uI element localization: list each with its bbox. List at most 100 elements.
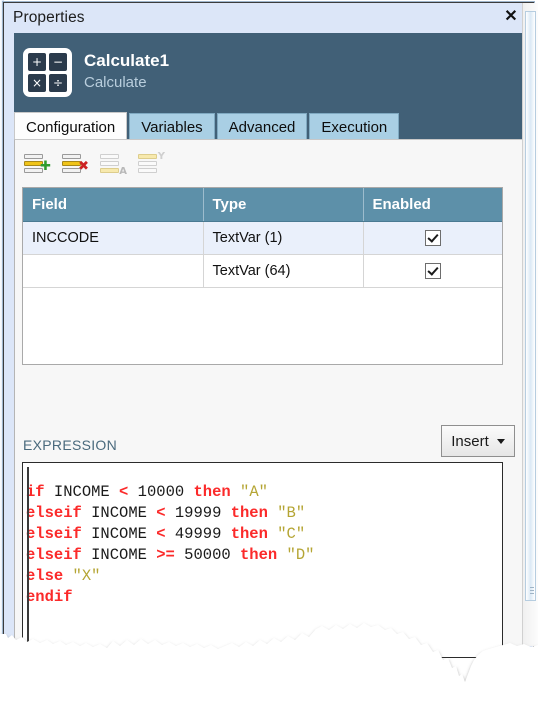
code-line: else "X" xyxy=(26,567,100,585)
table-row[interactable]: TextVar (64) xyxy=(23,254,502,288)
cell-type[interactable]: TextVar (64) xyxy=(203,254,364,288)
code-token: "C" xyxy=(277,524,306,543)
tab-label: Execution xyxy=(321,119,388,136)
cell-field[interactable]: INCCODE xyxy=(23,221,204,255)
sort-ascending-button: A xyxy=(99,152,127,177)
code-line: elseif INCOME < 49999 then "C" xyxy=(26,525,305,543)
code-token: INCOME xyxy=(91,524,147,543)
fields-grid[interactable]: Field Type Enabled INCCODE TextVar (1) Tex… xyxy=(22,187,503,365)
code-line: elseif INCOME >= 50000 then "D" xyxy=(26,546,314,564)
insert-button[interactable]: Insert xyxy=(441,425,515,457)
tab-execution[interactable]: Execution xyxy=(309,113,400,141)
tab-label: Variables xyxy=(141,119,203,136)
object-name: Calculate1 xyxy=(84,51,170,71)
calculator-icon-minus: − xyxy=(49,52,67,71)
tab-label: Advanced xyxy=(228,119,296,136)
code-token: then xyxy=(230,524,268,543)
code-token: elseif xyxy=(26,503,82,522)
cell-field[interactable] xyxy=(23,254,204,288)
code-token: elseif xyxy=(26,524,82,543)
column-header-field[interactable]: Field xyxy=(23,188,204,222)
title-bar: Properties ✕ xyxy=(4,3,533,32)
properties-window: Properties ✕ + − × ÷ Calculate1 Calculat… xyxy=(0,0,538,660)
grid-toolbar: ✚ ✖ A Y xyxy=(23,152,165,177)
calculator-icon: + − × ÷ xyxy=(23,47,72,97)
code-line: endif xyxy=(26,588,73,606)
code-token: < xyxy=(156,524,166,543)
calculator-icon-plus: + xyxy=(28,52,46,71)
rows-sort-a-icon-badge: A xyxy=(119,166,127,177)
tab-strip: Configuration Variables Advanced Execution xyxy=(14,111,524,141)
window-title: Properties xyxy=(13,8,85,26)
code-token: then xyxy=(240,545,278,564)
enabled-checkbox[interactable] xyxy=(424,262,441,279)
code-token: >= xyxy=(156,545,175,564)
editor-left-margin xyxy=(27,467,29,653)
chevron-down-icon xyxy=(496,438,505,444)
code-token: 19999 xyxy=(174,503,222,522)
tab-label: Configuration xyxy=(26,118,116,136)
fields-table-body: INCCODE TextVar (1) TextVar (64) xyxy=(23,221,502,288)
enabled-checkbox[interactable] xyxy=(424,229,441,246)
code-token: "B" xyxy=(277,503,306,522)
table-row[interactable]: INCCODE TextVar (1) xyxy=(23,221,502,255)
filter-button: Y xyxy=(137,152,165,177)
tab-configuration[interactable]: Configuration xyxy=(14,112,128,141)
rows-delete-icon-badge: ✖ xyxy=(78,159,89,174)
code-token: < xyxy=(119,482,129,501)
code-token: INCOME xyxy=(91,545,147,564)
window-scrollbar-thumb[interactable] xyxy=(525,11,536,601)
expression-label: EXPRESSION xyxy=(23,437,118,453)
code-token: INCOME xyxy=(53,482,110,501)
code-token: INCOME xyxy=(91,503,147,522)
cell-enabled xyxy=(363,254,502,288)
column-header-type[interactable]: Type xyxy=(203,188,364,222)
rows-sort-a-icon xyxy=(100,154,119,175)
tab-variables[interactable]: Variables xyxy=(129,113,215,141)
add-row-button[interactable]: ✚ xyxy=(23,152,51,177)
table-header-row: Field Type Enabled xyxy=(23,188,502,222)
delete-row-button[interactable]: ✖ xyxy=(61,152,89,177)
cell-type[interactable]: TextVar (1) xyxy=(203,221,364,255)
code-token: endif xyxy=(26,587,73,606)
code-token: "X" xyxy=(72,566,101,585)
object-type: Calculate xyxy=(84,74,147,92)
code-token: "A" xyxy=(240,482,268,501)
tab-advanced[interactable]: Advanced xyxy=(216,113,308,141)
window-scrollbar[interactable] xyxy=(522,3,538,646)
cell-enabled xyxy=(363,221,502,255)
code-token: 10000 xyxy=(137,482,185,501)
expression-editor[interactable]: if INCOME < 10000 then "A" elseif INCOME… xyxy=(22,462,503,658)
code-token: else xyxy=(26,566,64,585)
column-header-enabled[interactable]: Enabled xyxy=(363,188,502,222)
code-token: 50000 xyxy=(184,545,231,564)
code-line: if INCOME < 10000 then "A" xyxy=(26,483,268,501)
code-token: < xyxy=(156,503,166,522)
code-token: "D" xyxy=(286,545,315,564)
expression-code[interactable]: if INCOME < 10000 then "A" elseif INCOME… xyxy=(26,482,502,608)
object-header: + − × ÷ Calculate1 Calculate xyxy=(14,33,524,111)
code-token: 49999 xyxy=(174,524,222,543)
code-line: elseif INCOME < 19999 then "B" xyxy=(26,504,305,522)
close-icon[interactable]: ✕ xyxy=(501,7,521,27)
code-token: then xyxy=(193,482,231,501)
